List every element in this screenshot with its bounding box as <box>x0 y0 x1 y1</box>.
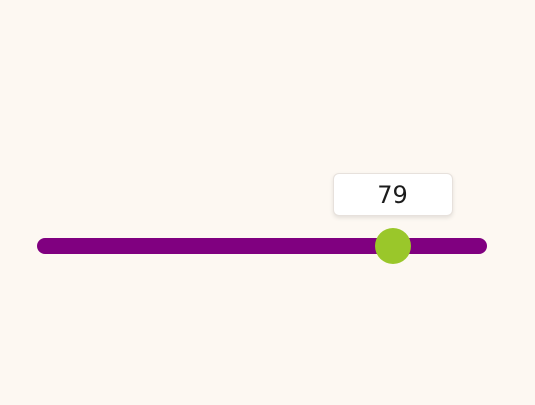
slider-stage: 79 <box>0 0 535 405</box>
value-slider[interactable]: 79 <box>37 173 487 264</box>
slider-track[interactable] <box>37 238 487 254</box>
slider-value-label: 79 <box>377 180 408 209</box>
slider-thumb[interactable] <box>374 228 411 264</box>
slider-value-tooltip: 79 <box>332 173 453 216</box>
